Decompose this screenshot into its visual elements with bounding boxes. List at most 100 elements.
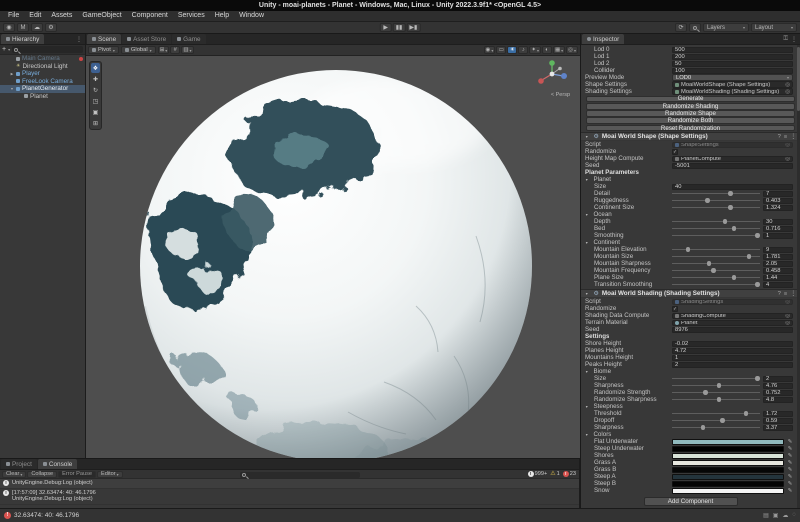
eyedropper-icon[interactable]: ✎: [787, 446, 793, 452]
detail-slider[interactable]: [672, 190, 760, 197]
mountain-frequency-slider[interactable]: [672, 267, 760, 274]
mountain-size-value-field[interactable]: 1.781: [763, 254, 793, 260]
collapse-button[interactable]: Collapse: [27, 471, 57, 478]
create-object-button[interactable]: +: [2, 46, 6, 54]
ruggedness-slider[interactable]: [672, 197, 760, 204]
mountains-height-field[interactable]: 1: [672, 355, 793, 361]
presets-icon[interactable]: ≡: [784, 291, 787, 297]
foldout-open-icon[interactable]: ▼: [10, 87, 14, 91]
plane-size-slider[interactable]: [672, 274, 760, 281]
console-log-entry[interactable]: ![17:57:09] 32.63474: 40: 46.1796UnityEn…: [0, 489, 579, 505]
plane-size-value-field[interactable]: 1.44: [763, 275, 793, 281]
dropoff-slider[interactable]: [672, 417, 760, 424]
snow-color-swatch[interactable]: [672, 488, 784, 494]
bed-value-field[interactable]: 0.716: [763, 226, 793, 232]
randomize-checkbox[interactable]: ✓: [672, 149, 678, 155]
info-count[interactable]: !999+: [528, 471, 548, 477]
tab-asset-store[interactable]: Asset Store: [122, 34, 171, 44]
tab-hierarchy[interactable]: Hierarchy: [1, 34, 44, 44]
hierarchy-item-planetgenerator[interactable]: ▼PlanetGenerator: [0, 85, 85, 93]
menu-item-services[interactable]: Services: [173, 11, 210, 21]
pause-button[interactable]: ▮▮: [393, 23, 406, 32]
flat-underwater-color-swatch[interactable]: [672, 439, 784, 445]
orientation-gizmo[interactable]: [530, 58, 574, 92]
presets-icon[interactable]: ≡: [784, 134, 787, 140]
foldout-open-icon[interactable]: ▼: [585, 292, 588, 296]
continent-size-value-field[interactable]: 1.324: [763, 205, 793, 211]
ruggedness-value-field[interactable]: 0.403: [763, 198, 793, 204]
dropoff-value-field[interactable]: 0.59: [763, 418, 793, 424]
version-control-icon[interactable]: M: [17, 23, 29, 32]
move-tool-icon[interactable]: ✚: [91, 74, 100, 84]
randomize-sharpness-value-field[interactable]: 4.8: [763, 397, 793, 403]
menu-item-file[interactable]: File: [3, 11, 24, 21]
slider-knob[interactable]: [747, 254, 752, 259]
tab-project[interactable]: Project: [1, 459, 37, 469]
eyedropper-icon[interactable]: ✎: [787, 474, 793, 480]
step-button[interactable]: ▶▮: [406, 23, 420, 32]
menu-item-edit[interactable]: Edit: [24, 11, 46, 21]
inspector-row-steepness[interactable]: ▼Steepness: [581, 403, 800, 410]
object-picker-icon[interactable]: ◎: [785, 142, 790, 148]
console-log-entry[interactable]: !UnityEngine.Debug:Log (object): [0, 479, 579, 489]
object-picker-icon[interactable]: ◎: [785, 82, 790, 88]
steep-underwater-color-swatch[interactable]: [672, 446, 784, 452]
tool-handle-pivot-dropdown[interactable]: Pivot ▾: [88, 46, 119, 54]
context-menu-icon[interactable]: ⋮: [790, 134, 796, 140]
audio-icon[interactable]: ♪: [518, 46, 528, 54]
gizmo-perspective-label[interactable]: < Persp: [551, 92, 570, 98]
sharpness-value-field[interactable]: 3.37: [763, 425, 793, 431]
inspector-menu-icon[interactable]: ⋮: [791, 36, 797, 43]
snap-toggle-icon[interactable]: #: [170, 46, 180, 54]
smoothing-value-field[interactable]: 1: [763, 233, 793, 239]
depth-slider[interactable]: [672, 218, 760, 225]
randomize-shape-button[interactable]: Randomize Shape: [586, 110, 795, 117]
create-dropdown-icon[interactable]: ▾: [8, 47, 10, 52]
slider-knob[interactable]: [755, 282, 760, 287]
menu-item-component[interactable]: Component: [127, 11, 173, 21]
menu-item-gameobject[interactable]: GameObject: [77, 11, 126, 21]
slider-knob[interactable]: [717, 397, 722, 402]
menu-item-help[interactable]: Help: [210, 11, 234, 21]
inspector-row-biome[interactable]: ▼Biome: [581, 368, 800, 375]
object-picker-icon[interactable]: ◎: [785, 89, 790, 95]
detail-value-field[interactable]: 7: [763, 191, 793, 197]
search-icon[interactable]: [689, 23, 701, 32]
tab-game[interactable]: Game: [172, 34, 205, 44]
transform-tool-icon[interactable]: ⊞: [91, 118, 100, 128]
bed-slider[interactable]: [672, 225, 760, 232]
seed-field[interactable]: -5001: [672, 163, 793, 169]
object-picker-icon[interactable]: ◎: [785, 313, 790, 319]
reset-randomization-button[interactable]: Reset Randomization: [586, 125, 795, 132]
randomize-checkbox[interactable]: ✓: [672, 306, 678, 312]
eyedropper-icon[interactable]: ✎: [787, 481, 793, 487]
terrain-material-object-field[interactable]: Planet◎: [672, 320, 793, 327]
2d-toggle-icon[interactable]: ▭: [496, 46, 506, 54]
scene-viewport[interactable]: ❖✚↻◳▣⊞ < Persp: [86, 56, 580, 458]
slider-knob[interactable]: [723, 219, 728, 224]
lod-2-field[interactable]: 50: [672, 61, 793, 67]
threshold-slider[interactable]: [672, 410, 760, 417]
hierarchy-item-main-camera[interactable]: Main Camera: [0, 55, 85, 63]
slider-knob[interactable]: [728, 205, 733, 210]
help-icon[interactable]: ?: [778, 291, 781, 297]
undo-history-icon[interactable]: ⟳: [675, 23, 687, 32]
size-value-field[interactable]: 2: [763, 376, 793, 382]
rect-tool-icon[interactable]: ▣: [91, 107, 100, 117]
component-grid-icon[interactable]: ▦▾: [553, 46, 565, 54]
eyedropper-icon[interactable]: ✎: [787, 460, 793, 466]
shading-settings-object-field[interactable]: MoaiWorldShading (Shading Settings)◎: [672, 88, 793, 95]
hierarchy-item-player[interactable]: ▶Player: [0, 70, 85, 78]
lod-0-field[interactable]: 500: [672, 47, 793, 53]
gizmos-icon[interactable]: ◎▾: [566, 46, 578, 54]
slider-knob[interactable]: [717, 383, 722, 388]
hierarchy-item-planet[interactable]: Planet: [0, 93, 85, 101]
randomize-strength-slider[interactable]: [672, 389, 760, 396]
menu-item-assets[interactable]: Assets: [46, 11, 77, 21]
height-map-compute-object-field[interactable]: PlanetCompute◎: [672, 156, 793, 163]
tab-inspector[interactable]: Inspector: [582, 34, 624, 44]
slider-knob[interactable]: [703, 390, 708, 395]
play-button[interactable]: ▶: [380, 23, 392, 32]
seed-field[interactable]: 8976: [672, 327, 793, 333]
randomize-both-button[interactable]: Randomize Both: [586, 117, 795, 124]
